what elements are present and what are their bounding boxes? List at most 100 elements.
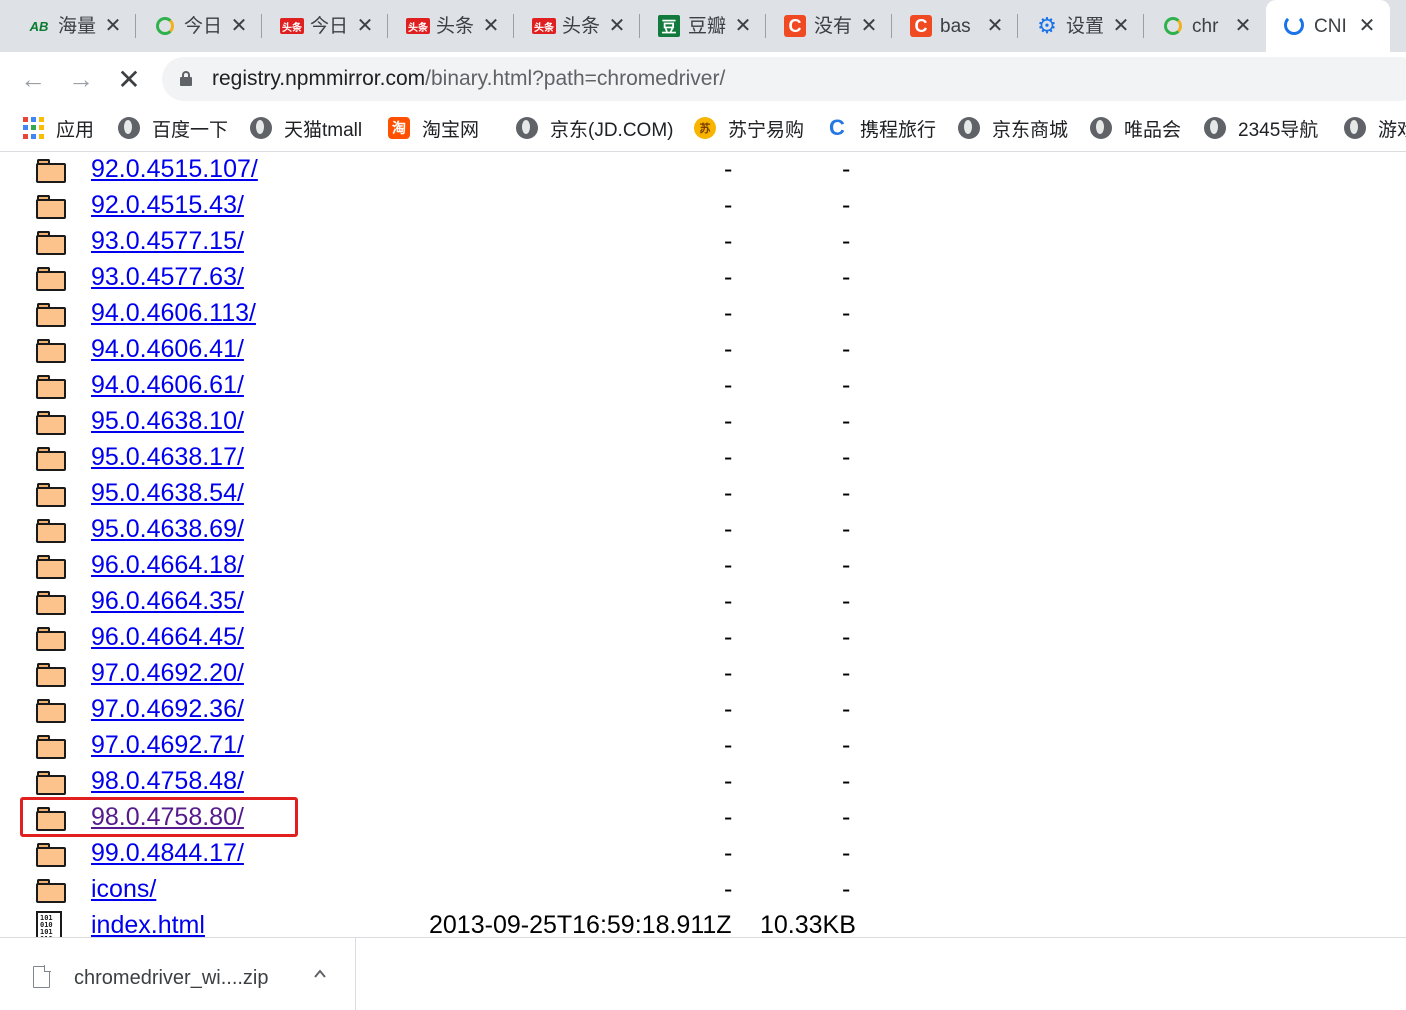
close-tab-icon[interactable]: ✕ [984, 15, 1006, 37]
bookmark-item[interactable]: 唯品会 [1090, 115, 1181, 141]
modified-date-placeholder: - [724, 515, 733, 543]
ring-icon [156, 17, 174, 35]
taobao-icon: 淘 [388, 117, 410, 139]
close-tab-icon[interactable]: ✕ [606, 15, 628, 37]
folder-link[interactable]: 92.0.4515.43/ [91, 190, 244, 220]
close-tab-icon[interactable]: ✕ [858, 15, 880, 37]
close-tab-icon[interactable]: ✕ [102, 15, 124, 37]
bookmark-label: 2345导航 [1238, 119, 1319, 141]
folder-link[interactable]: 95.0.4638.10/ [91, 406, 244, 436]
modified-date-placeholder: - [724, 695, 733, 723]
folder-link[interactable]: icons/ [91, 874, 156, 904]
folder-link[interactable]: 96.0.4664.35/ [91, 586, 244, 616]
modified-date-placeholder: - [724, 587, 733, 615]
file-link[interactable]: index.html [91, 910, 205, 937]
bookmark-item[interactable]: C 携程旅行 [826, 115, 936, 141]
tab[interactable]: Cbas ✕ [892, 0, 1018, 52]
folder-link[interactable]: 96.0.4664.45/ [91, 622, 244, 652]
url-text[interactable]: registry.npmmirror.com/binary.html?path=… [212, 67, 725, 91]
tab[interactable]: 头条 今日 ✕ [262, 0, 388, 52]
tab[interactable]: 豆豆瓣 ✕ [640, 0, 766, 52]
folder-link[interactable]: 94.0.4606.61/ [91, 370, 244, 400]
bookmark-item[interactable]: 百度一下 [118, 115, 228, 141]
folder-link[interactable]: 95.0.4638.69/ [91, 514, 244, 544]
folder-link[interactable]: 94.0.4606.113/ [91, 298, 256, 328]
address-bar[interactable]: registry.npmmirror.com/binary.html?path=… [162, 57, 1406, 101]
stop-loading-button[interactable]: ✕ [112, 62, 146, 96]
folder-link[interactable]: 97.0.4692.36/ [91, 694, 244, 724]
close-tab-icon[interactable]: ✕ [732, 15, 754, 37]
close-tab-icon[interactable]: ✕ [1232, 15, 1254, 37]
douban-icon: 豆 [658, 15, 680, 37]
lock-icon[interactable] [180, 71, 192, 86]
bookmark-item[interactable]: 京东(JD.COM) [516, 115, 673, 141]
bookmark-label: 天猫tmall [284, 119, 363, 141]
forward-button[interactable]: → [64, 62, 98, 96]
globe-icon [1204, 117, 1226, 139]
file-icon [33, 965, 51, 988]
tab[interactable]: CNI ✕ [1266, 0, 1390, 52]
bookmark-item[interactable]: 苏苏宁易购 [694, 115, 804, 141]
folder-link[interactable]: 96.0.4664.18/ [91, 550, 244, 580]
bookmarks-bar: 应用 百度一下 天猫tmall 淘淘宝网 京东(JD.COM) 苏苏宁易购 C 携程旅行 京东商… [0, 106, 1406, 152]
download-item[interactable]: chromedriver_wi....zip [0, 938, 356, 1010]
bookmark-label: 苏宁易购 [728, 119, 805, 141]
file-size-placeholder: - [842, 767, 851, 795]
folder-link[interactable]: 93.0.4577.15/ [91, 226, 244, 256]
close-tab-icon[interactable]: ✕ [480, 15, 502, 37]
close-tab-icon[interactable]: ✕ [354, 15, 376, 37]
file-size-placeholder: - [842, 515, 851, 543]
tab[interactable]: AB 海量 ✕ [10, 0, 136, 52]
modified-date-placeholder: - [724, 623, 733, 651]
download-filename[interactable]: chromedriver_wi....zip [74, 966, 269, 990]
close-tab-icon[interactable]: ✕ [228, 15, 250, 37]
tab[interactable]: ⚙ 设置 ✕ [1018, 0, 1144, 52]
tab[interactable]: 头条 头条 ✕ [388, 0, 514, 52]
modified-date-placeholder: - [724, 155, 733, 183]
folder-link[interactable]: 98.0.4758.80/ [91, 802, 244, 832]
globe-icon [516, 117, 538, 139]
listing-row: icons/ - - [0, 872, 900, 908]
bookmark-item[interactable]: 游戏 [1344, 115, 1406, 141]
listing-row: 94.0.4606.113/ - - [0, 296, 900, 332]
ab-icon: AB [29, 18, 49, 34]
folder-link[interactable]: 97.0.4692.20/ [91, 658, 244, 688]
folder-icon [36, 879, 66, 903]
tab[interactable]: 头条 头条 ✕ [514, 0, 640, 52]
tab-title: 没有 [814, 16, 852, 37]
folder-link[interactable]: 93.0.4577.63/ [91, 262, 244, 292]
folder-link[interactable]: 98.0.4758.48/ [91, 766, 244, 796]
folder-link[interactable]: 99.0.4844.17/ [91, 838, 244, 868]
modified-date-placeholder: - [724, 335, 733, 363]
bookmark-item[interactable]: 2345导航 [1204, 115, 1318, 141]
url-host: registry.npmmirror.com [212, 67, 426, 90]
modified-date-placeholder: - [724, 299, 733, 327]
folder-link[interactable]: 97.0.4692.71/ [91, 730, 244, 760]
listing-row: 96.0.4664.45/ - - [0, 620, 900, 656]
listing-row: 92.0.4515.107/ - - [0, 152, 900, 188]
tab[interactable]: C 没有 ✕ [766, 0, 892, 52]
file-size-placeholder: - [842, 335, 851, 363]
file-size-placeholder: - [842, 875, 851, 903]
modified-date-placeholder: - [724, 839, 733, 867]
folder-link[interactable]: 95.0.4638.17/ [91, 442, 244, 472]
folder-icon [36, 411, 66, 435]
folder-link[interactable]: 92.0.4515.107/ [91, 154, 258, 184]
tab[interactable]: 今日 ✕ [136, 0, 262, 52]
bookmark-item[interactable]: 天猫tmall [250, 115, 362, 141]
listing-row: 92.0.4515.43/ - - [0, 188, 900, 224]
bookmark-item[interactable]: 应用 [22, 115, 94, 141]
file-size-placeholder: - [842, 263, 851, 291]
folder-icon [36, 663, 66, 687]
folder-link[interactable]: 94.0.4606.41/ [91, 334, 244, 364]
modified-date-placeholder: - [724, 551, 733, 579]
bookmark-item[interactable]: 京东商城 [958, 115, 1068, 141]
close-tab-icon[interactable]: ✕ [1110, 15, 1132, 37]
folder-link[interactable]: 95.0.4638.54/ [91, 478, 244, 508]
bookmark-item[interactable]: 淘淘宝网 [388, 115, 479, 141]
chevron-up-icon[interactable] [310, 966, 330, 986]
folder-icon [36, 807, 66, 831]
tab[interactable]: chr ✕ [1144, 0, 1266, 52]
back-button[interactable]: ← [16, 62, 50, 96]
close-tab-icon[interactable]: ✕ [1356, 15, 1378, 37]
